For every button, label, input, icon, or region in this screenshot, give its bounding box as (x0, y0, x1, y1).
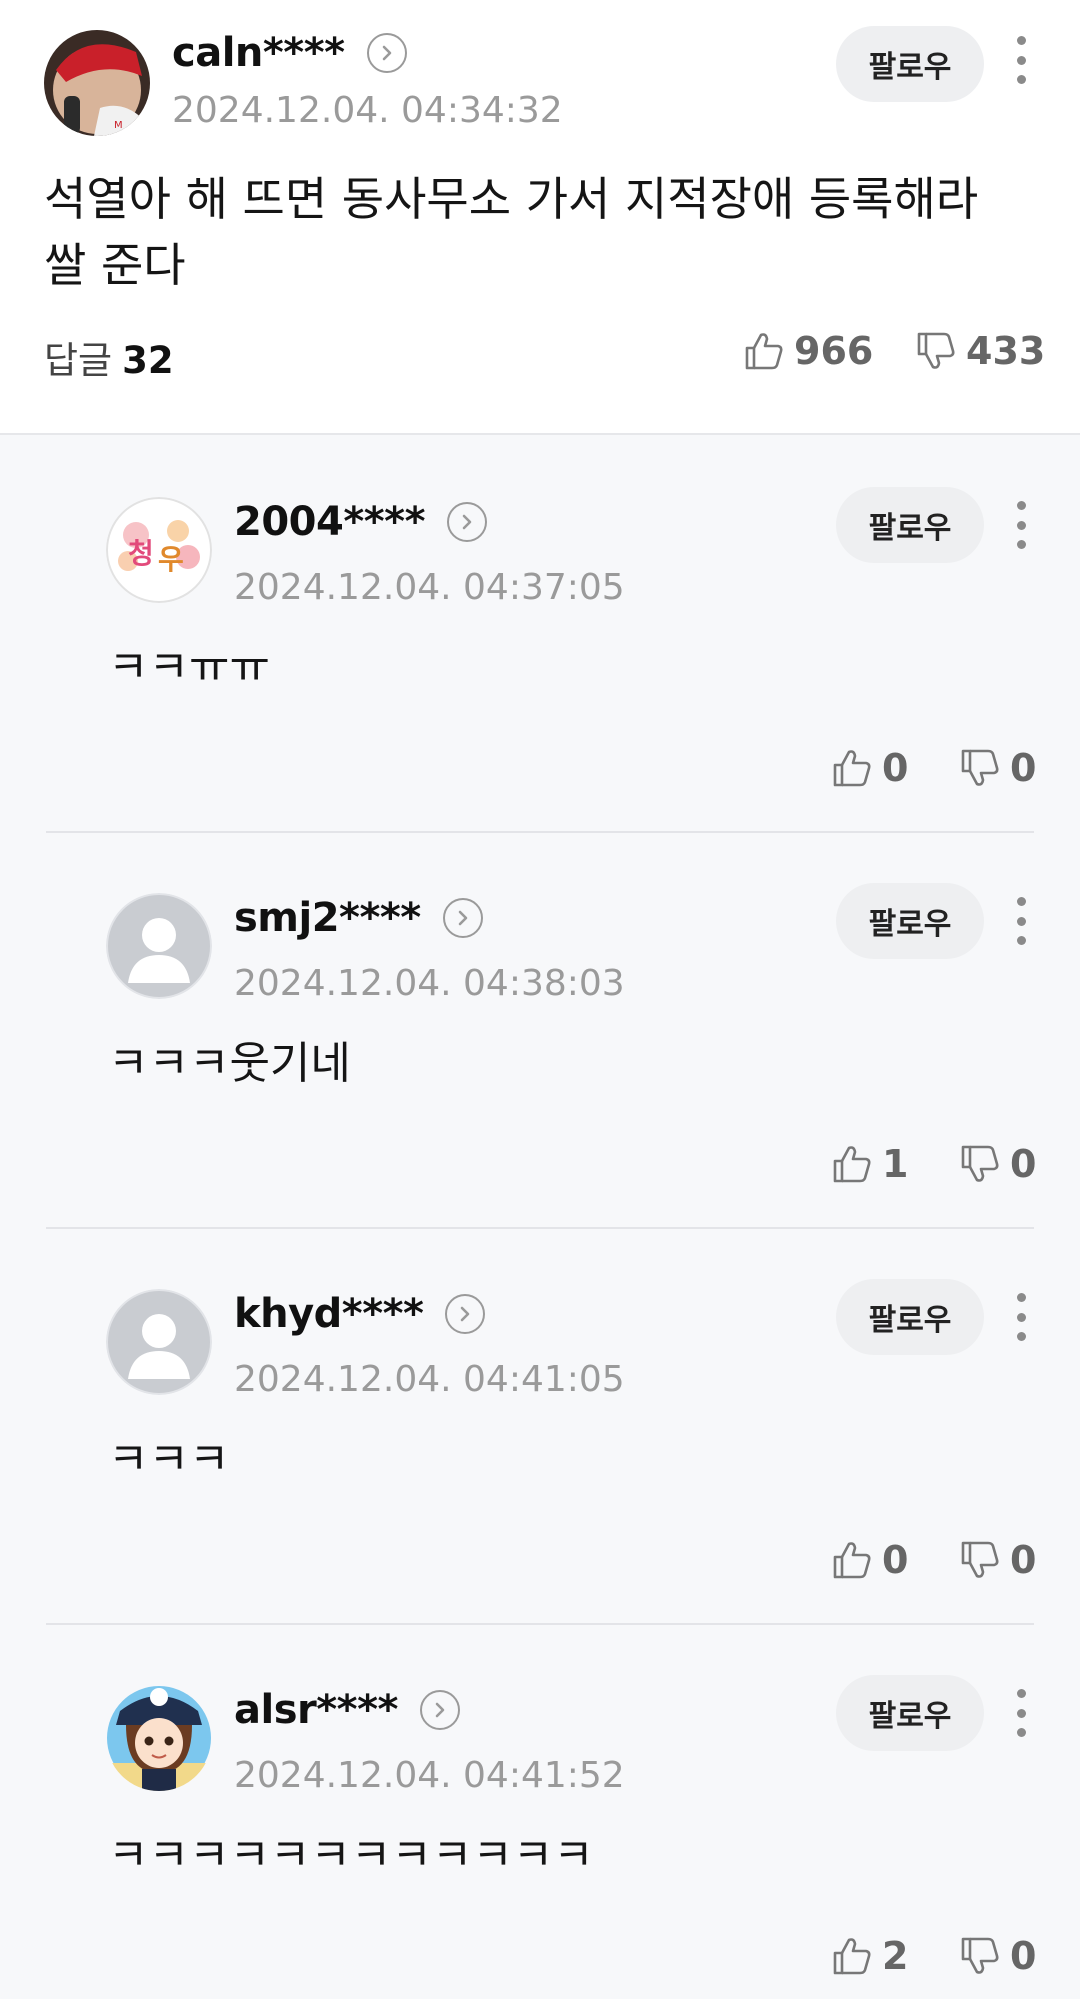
nickname[interactable]: caln**** (172, 30, 345, 76)
reply-label: 답글 (44, 339, 113, 382)
svg-text:청: 청 (128, 537, 154, 570)
follow-button[interactable]: 팔로우 (836, 1675, 984, 1751)
thumbs-down-icon (961, 749, 999, 786)
reply-text: ㅋㅋㅠㅠ (108, 642, 270, 693)
svg-text:M: M (114, 120, 123, 131)
default-avatar (106, 1289, 212, 1395)
like-count: 2 (882, 1934, 909, 1978)
chevron-right-icon[interactable] (445, 1294, 486, 1334)
main-comment: M caln**** 2024.12.04. 04:34:32 팔로우 석열아 … (0, 0, 1080, 435)
nickname[interactable]: alsr**** (234, 1687, 398, 1733)
like-button[interactable]: 0 (830, 1535, 908, 1585)
reply-text: ㅋㅋㅋ (108, 1434, 230, 1485)
more-vertical-icon[interactable] (1006, 30, 1036, 90)
like-count: 0 (882, 1538, 909, 1582)
avatar[interactable] (106, 1685, 212, 1791)
follow-button[interactable]: 팔로우 (836, 26, 984, 102)
dislike-button[interactable]: 433 (914, 326, 1045, 376)
avatar[interactable]: M (44, 30, 150, 136)
dislike-count: 0 (1010, 746, 1037, 790)
thumbs-down-icon (961, 1145, 999, 1182)
comment-thread: M caln**** 2024.12.04. 04:34:32 팔로우 석열아 … (0, 0, 1080, 1999)
thumbs-up-icon (833, 1938, 871, 1975)
like-count: 1 (882, 1142, 909, 1186)
like-count: 966 (794, 329, 874, 373)
chevron-right-icon[interactable] (442, 898, 483, 938)
sticker-avatar: 청 우 (106, 497, 212, 603)
thumbs-up-icon (745, 333, 783, 370)
thumbs-up-icon (833, 1542, 871, 1579)
nickname[interactable]: 2004**** (234, 499, 426, 545)
dislike-count: 0 (1010, 1142, 1037, 1186)
more-vertical-icon[interactable] (1006, 891, 1036, 951)
avatar[interactable] (106, 893, 212, 999)
thumbs-down-icon (961, 1541, 999, 1578)
reply-count[interactable]: 답글 32 (44, 330, 174, 384)
timestamp: 2024.12.04. 04:38:03 (234, 963, 625, 1004)
svg-text:우: 우 (158, 543, 184, 576)
reply-text: ㅋㅋㅋㅋㅋㅋㅋㅋㅋㅋㅋㅋ (108, 1830, 594, 1881)
comment-text: 석열아 해 뜨면 동사무소 가서 지적장애 등록해라 쌀 준다 (44, 172, 979, 292)
like-button[interactable]: 2 (830, 1931, 908, 1981)
chevron-right-icon[interactable] (419, 1690, 460, 1730)
like-button[interactable]: 966 (742, 326, 873, 376)
dislike-count: 0 (1010, 1934, 1037, 1978)
follow-button[interactable]: 팔로우 (836, 1279, 984, 1355)
thumbs-down-icon (961, 1937, 999, 1974)
default-avatar (106, 893, 212, 999)
nickname[interactable]: khyd**** (234, 1291, 424, 1337)
dislike-count: 433 (966, 329, 1046, 373)
thumbs-up-icon (833, 750, 871, 787)
thumbs-down-icon (917, 332, 955, 369)
user-photo-avatar: M (44, 30, 150, 136)
reply-count-number: 32 (122, 339, 174, 382)
chevron-right-icon[interactable] (447, 502, 487, 542)
reply-item: smj2**** 2024.12.04. 04:38:03 팔로우 ㅋㅋㅋ웃기네… (0, 833, 1080, 1229)
dislike-button[interactable]: 0 (958, 1931, 1036, 1981)
follow-button[interactable]: 팔로우 (836, 883, 984, 959)
more-vertical-icon[interactable] (1006, 1287, 1036, 1347)
nickname-row: smj2**** (234, 893, 483, 943)
like-count: 0 (882, 746, 909, 790)
follow-button[interactable]: 팔로우 (836, 487, 984, 563)
dislike-button[interactable]: 0 (958, 1535, 1036, 1585)
dislike-count: 0 (1010, 1538, 1037, 1582)
more-vertical-icon[interactable] (1006, 495, 1036, 555)
avatar[interactable]: 청 우 (106, 497, 212, 603)
more-vertical-icon[interactable] (1006, 1683, 1036, 1743)
character-avatar (106, 1686, 212, 1791)
dislike-button[interactable]: 0 (958, 743, 1036, 793)
like-button[interactable]: 1 (830, 1139, 908, 1189)
thumbs-up-icon (833, 1146, 871, 1183)
reply-text: ㅋㅋㅋ웃기네 (108, 1038, 351, 1089)
reply-item: khyd**** 2024.12.04. 04:41:05 팔로우 ㅋㅋㅋ 0 … (0, 1229, 1080, 1625)
like-button[interactable]: 0 (830, 743, 908, 793)
avatar[interactable] (106, 1289, 212, 1395)
timestamp: 2024.12.04. 04:41:52 (234, 1755, 625, 1796)
nickname-row: khyd**** (234, 1289, 486, 1339)
timestamp: 2024.12.04. 04:37:05 (234, 567, 625, 608)
nickname-row: caln**** (172, 28, 407, 78)
dislike-button[interactable]: 0 (958, 1139, 1036, 1189)
reply-item: alsr**** 2024.12.04. 04:41:52 팔로우 ㅋㅋㅋㅋㅋㅋ… (0, 1625, 1080, 1999)
timestamp: 2024.12.04. 04:41:05 (234, 1359, 625, 1400)
reply-item: 청 우 2004**** 2024.12.04. 04:37:05 팔로우 ㅋㅋ… (0, 437, 1080, 833)
nickname-row: 2004**** (234, 497, 487, 547)
timestamp: 2024.12.04. 04:34:32 (172, 90, 563, 131)
nickname[interactable]: smj2**** (234, 895, 421, 941)
chevron-right-icon[interactable] (366, 33, 407, 73)
nickname-row: alsr**** (234, 1685, 460, 1735)
